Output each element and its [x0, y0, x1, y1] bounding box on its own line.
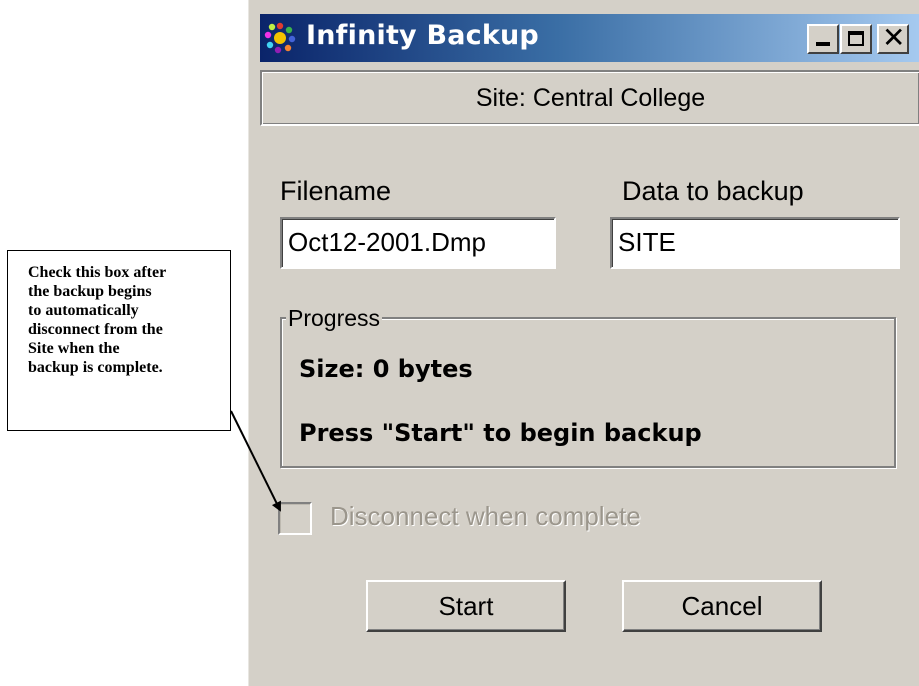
backup-dialog: Infinity Backup ✕ Site: Central College … — [246, 0, 919, 686]
data-to-backup-label: Data to backup — [622, 176, 804, 206]
app-icon — [264, 22, 296, 54]
maximize-icon — [848, 31, 864, 46]
start-button[interactable]: Start — [366, 580, 566, 632]
progress-legend: Progress — [286, 305, 383, 331]
close-button[interactable]: ✕ — [877, 21, 909, 54]
maximize-button[interactable] — [840, 24, 872, 54]
filename-label: Filename — [280, 176, 392, 206]
status-message: Press "Start" to begin backup — [299, 419, 702, 447]
disconnect-checkbox-label: Disconnect when complete — [330, 501, 641, 531]
callout-line: the backup begins — [28, 283, 152, 300]
cancel-button[interactable]: Cancel — [622, 580, 822, 632]
minimize-icon — [816, 42, 830, 46]
size-readout: Size: 0 bytes — [299, 355, 473, 383]
callout-line: Check this box after — [28, 264, 167, 281]
callout-box: Check this box after the backup begins t… — [7, 250, 231, 431]
title-bar[interactable]: Infinity Backup ✕ — [260, 14, 919, 62]
minimize-button[interactable] — [807, 24, 839, 54]
data-to-backup-input[interactable]: SITE — [610, 217, 900, 269]
callout-line: to automatically — [28, 302, 139, 319]
disconnect-checkbox[interactable] — [278, 502, 312, 535]
site-header: Site: Central College — [260, 70, 919, 126]
filename-input[interactable]: Oct12-2001.Dmp — [280, 217, 556, 269]
progress-group: Progress Size: 0 bytes Press "Start" to … — [280, 307, 896, 468]
callout-line: backup is complete. — [28, 359, 163, 376]
callout-line: Site when the — [28, 340, 120, 357]
close-icon: ✕ — [882, 21, 906, 54]
window-title: Infinity Backup — [306, 20, 539, 51]
callout-line: disconnect from the — [28, 321, 163, 338]
